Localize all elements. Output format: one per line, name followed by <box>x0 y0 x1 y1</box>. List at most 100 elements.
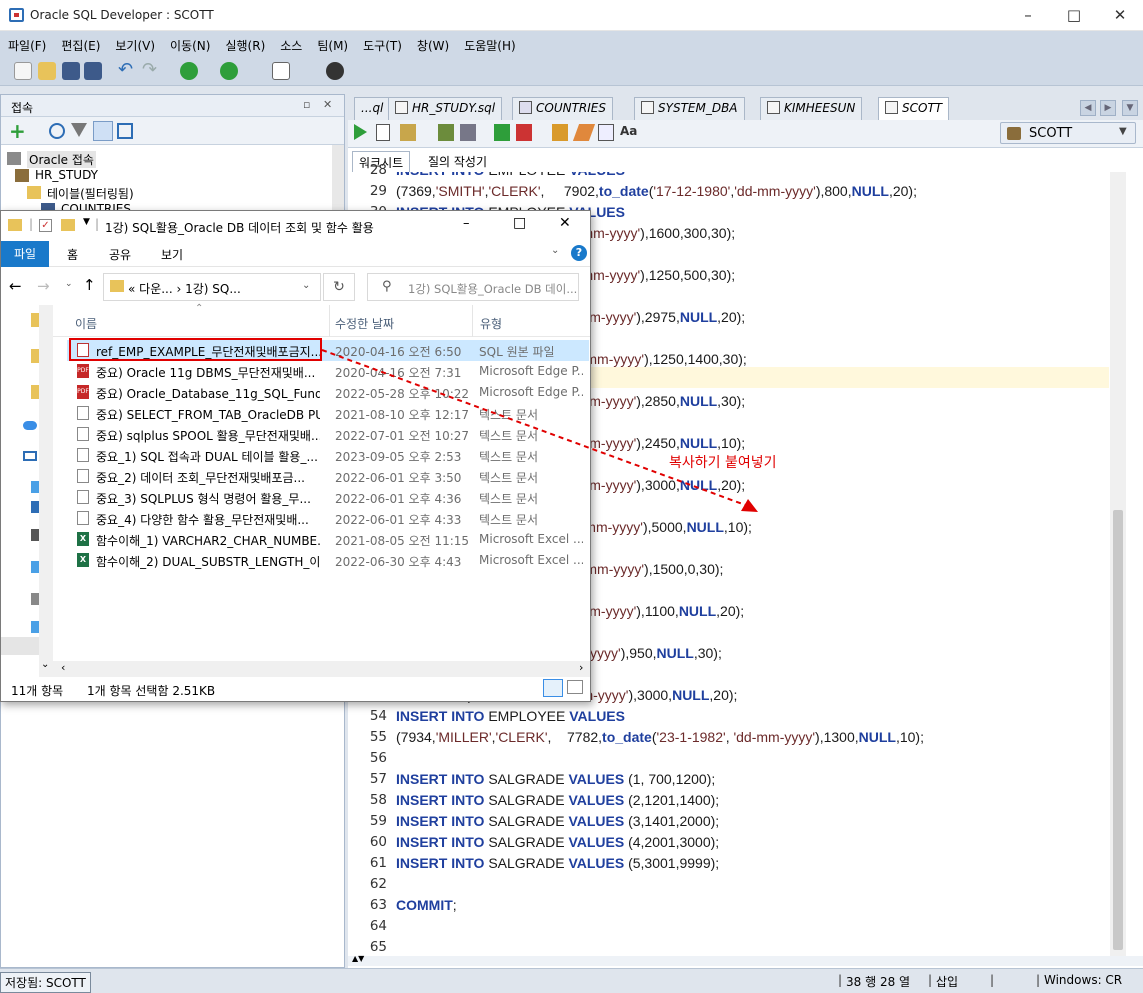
tree-node[interactable]: 테이블(필터링됨) <box>47 185 134 202</box>
tree-node[interactable]: Oracle 접속 <box>27 151 96 168</box>
ribbon-share-tab[interactable]: 공유 <box>109 246 131 263</box>
split-arrows-icon[interactable]: ▲▼ <box>352 954 364 963</box>
forward-arrow-icon[interactable]: → <box>37 277 50 295</box>
up-arrow-icon[interactable]: ↑ <box>83 276 96 294</box>
scroll-left-icon[interactable]: ‹ <box>61 661 65 674</box>
menu-item[interactable]: 도움말(H) <box>456 31 523 54</box>
menu-item[interactable]: 파일(F) <box>0 31 53 54</box>
editor-tab[interactable]: SYSTEM_DBA <box>634 97 745 120</box>
schema-browser-icon[interactable] <box>93 121 113 141</box>
menu-item[interactable]: 창(W) <box>409 31 456 54</box>
menu-item[interactable]: 실행(R) <box>217 31 272 54</box>
run-statement-icon[interactable] <box>354 124 367 140</box>
save-all-icon[interactable] <box>84 62 102 80</box>
menu-item[interactable]: 도구(T) <box>355 31 409 54</box>
pane-minimize-icon[interactable]: ▫ <box>303 98 310 111</box>
sql-icon[interactable] <box>272 62 290 80</box>
file-row[interactable]: PDF 중요) Oracle_Database_11g_SQL_Funda... 2… <box>67 382 589 403</box>
editor-tab[interactable]: HR_STUDY.sql <box>388 97 503 120</box>
expand-ribbon-icon[interactable]: ⌄ <box>551 245 559 256</box>
scrollbar-thumb[interactable] <box>1113 510 1123 950</box>
file-list-hscroll[interactable]: ‹ › <box>53 661 590 677</box>
file-row[interactable]: X 함수이해_1) VARCHAR2_CHAR_NUMBE... 2021-08-0… <box>67 529 589 550</box>
file-row[interactable]: 중요) SELECT_FROM_TAB_OracleDB PUR... 2021-… <box>67 403 589 424</box>
scroll-right-icon[interactable]: › <box>579 661 583 674</box>
close-button[interactable]: ✕ <box>1097 0 1143 31</box>
autotrace-icon[interactable] <box>400 124 416 141</box>
file-row[interactable]: 중요_3) SQLPLUS 형식 명령어 활용_무... 2022-06-01 오… <box>67 487 589 508</box>
search-box[interactable]: ⚲ 1강) SQL활용_Oracle DB 데이... <box>367 273 579 301</box>
run-script-icon[interactable] <box>376 124 390 141</box>
details-view-icon[interactable] <box>543 679 563 697</box>
editor-vertical-scrollbar[interactable] <box>1110 172 1126 956</box>
large-icons-view-icon[interactable] <box>567 680 583 694</box>
editor-tab[interactable]: ...ql <box>354 97 391 120</box>
save-icon[interactable] <box>62 62 80 80</box>
tree-node[interactable]: HR_STUDY <box>35 168 98 182</box>
file-row[interactable]: 중요_1) SQL 접속과 DUAL 테이블 활용_... 2023-09-05 … <box>67 445 589 466</box>
file-row[interactable]: 중요_2) 데이터 조회_무단전재및배포금... 2022-06-01 오후 3:… <box>67 466 589 487</box>
binoculars-icon[interactable] <box>326 62 344 80</box>
help-icon[interactable]: ? <box>571 245 587 261</box>
back-icon[interactable] <box>180 62 198 80</box>
menu-item[interactable]: 편집(E) <box>53 31 107 54</box>
ribbon-home-tab[interactable]: 홈 <box>67 246 78 263</box>
tab-scroll-right-icon[interactable]: ▶ <box>1100 100 1116 116</box>
file-row[interactable]: 중요) sqlplus SPOOL 활용_무단전재및배... 2022-07-01… <box>67 424 589 445</box>
menu-item[interactable]: 보기(V) <box>107 31 162 54</box>
format-icon[interactable]: Aa <box>620 124 637 138</box>
add-connection-icon[interactable]: + <box>9 119 26 143</box>
tree-scrollbar[interactable] <box>332 145 344 211</box>
new-file-icon[interactable] <box>14 62 32 80</box>
address-dropdown-icon[interactable]: ⌄ <box>302 280 310 291</box>
history-icon[interactable] <box>598 124 614 141</box>
editor-tab[interactable]: SCOTT <box>878 97 950 120</box>
minimize-button[interactable]: – <box>1005 0 1051 31</box>
sql-tuning-icon[interactable] <box>460 124 476 141</box>
ribbon-view-tab[interactable]: 보기 <box>161 246 183 263</box>
monitor-icon[interactable] <box>552 124 568 141</box>
explorer-minimize-button[interactable]: – <box>463 216 470 231</box>
properties-icon[interactable]: ✓ <box>39 219 52 232</box>
explorer-close-button[interactable]: ✕ <box>559 215 571 231</box>
file-row[interactable]: PDF 중요) Oracle 11g DBMS_무단전재및배... 2020-04-… <box>67 361 589 382</box>
connection-select[interactable]: SCOTT ▼ <box>1000 122 1136 144</box>
ribbon-file-tab[interactable]: 파일 <box>1 241 49 267</box>
file-row[interactable]: X 함수이해_2) DUAL_SUBSTR_LENGTH_이... 2022-06-… <box>67 550 589 571</box>
pane-close-icon[interactable]: ✕ <box>323 98 332 111</box>
open-folder-icon[interactable] <box>38 62 56 80</box>
nav-scroll-down-icon[interactable]: ⌄ <box>41 659 49 670</box>
tab-list-icon[interactable]: ▼ <box>1122 100 1138 116</box>
subtab-query-builder[interactable]: 질의 작성기 <box>424 151 491 172</box>
column-name[interactable]: 이름 <box>75 315 97 332</box>
recent-locations-icon[interactable]: ⌄ <box>65 279 73 289</box>
editor-hscroll[interactable]: ▲▼ <box>348 954 1143 966</box>
back-arrow-icon[interactable]: ← <box>9 277 22 295</box>
refresh-button[interactable]: ↻ <box>323 273 355 301</box>
commit-icon[interactable] <box>494 124 510 141</box>
address-bar[interactable]: « 다운... › 1강) SQ... ⌄ <box>103 273 321 301</box>
nav-scrollbar[interactable] <box>39 305 53 677</box>
rollback-icon[interactable] <box>516 124 532 141</box>
explorer-maximize-button[interactable]: □ <box>513 215 526 231</box>
filter-icon[interactable] <box>71 123 87 137</box>
explain-plan-icon[interactable] <box>438 124 454 141</box>
refresh-icon[interactable] <box>49 123 65 139</box>
editor-tab[interactable]: KIMHEESUN <box>760 97 863 120</box>
onedrive-icon[interactable] <box>23 421 37 430</box>
file-row[interactable]: 중요_4) 다양한 함수 활용_무단전재및배... 2022-06-01 오후 4… <box>67 508 589 529</box>
redo-icon[interactable]: ↷ <box>142 61 160 80</box>
tab-scroll-left-icon[interactable]: ◀ <box>1080 100 1096 116</box>
menu-item[interactable]: 팀(M) <box>309 31 355 54</box>
editor-tab[interactable]: COUNTRIES <box>512 97 613 120</box>
column-date[interactable]: 수정한 날짜 <box>335 315 394 332</box>
menu-item[interactable]: 소스 <box>272 31 309 54</box>
undo-icon[interactable]: ↶ <box>118 61 136 80</box>
this-pc-icon[interactable] <box>23 451 37 461</box>
maximize-button[interactable]: □ <box>1051 0 1097 31</box>
quick-access-dropdown-icon[interactable]: ▼ <box>83 217 90 227</box>
menu-item[interactable]: 이동(N) <box>162 31 217 54</box>
new-folder-icon[interactable] <box>61 219 75 231</box>
clear-icon[interactable] <box>572 124 596 141</box>
forward-icon[interactable] <box>220 62 238 80</box>
